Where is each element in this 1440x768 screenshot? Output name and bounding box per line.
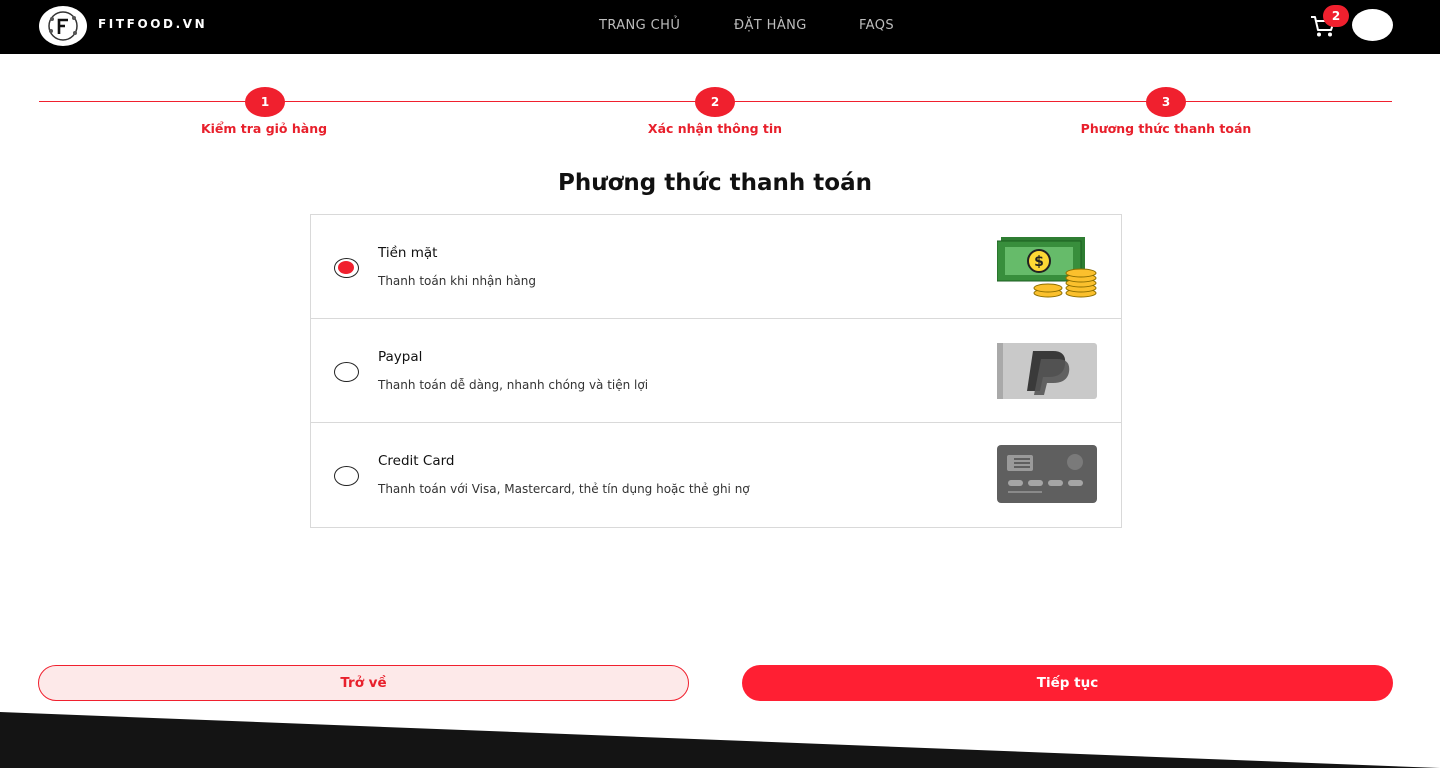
- step-3-label: Phương thức thanh toán: [1080, 121, 1252, 136]
- nav-order[interactable]: ĐẶT HÀNG: [734, 18, 807, 33]
- payment-option-credit-card[interactable]: Credit Card Thanh toán với Visa, Masterc…: [311, 423, 1121, 527]
- nav-faqs[interactable]: FAQS: [859, 18, 894, 33]
- cash-money-icon: $: [996, 235, 1099, 303]
- payment-methods-list: Tiền mặt Thanh toán khi nhận hàng $ Payp…: [310, 214, 1122, 528]
- step-3-circle: 3: [1146, 87, 1186, 117]
- payment-option-paypal[interactable]: Paypal Thanh toán dễ dàng, nhanh chóng v…: [311, 319, 1121, 423]
- cash-radio[interactable]: [334, 258, 359, 278]
- credit-card-radio[interactable]: [334, 466, 359, 486]
- nav-home[interactable]: TRANG CHỦ: [599, 18, 680, 33]
- step-2-circle: 2: [695, 87, 735, 117]
- user-avatar[interactable]: [1352, 9, 1393, 41]
- payment-option-name: Paypal: [378, 349, 423, 365]
- footer-decoration: [0, 712, 1440, 768]
- cart-count-badge: 2: [1323, 5, 1349, 27]
- payment-option-cash[interactable]: Tiền mặt Thanh toán khi nhận hàng $: [311, 215, 1121, 319]
- payment-option-name: Credit Card: [378, 453, 455, 469]
- brand-logo[interactable]: [39, 6, 87, 46]
- step-2-label: Xác nhận thông tin: [647, 121, 783, 136]
- brand-name[interactable]: FITFOOD.VN: [98, 17, 207, 31]
- continue-button[interactable]: Tiếp tục: [742, 665, 1393, 701]
- payment-option-description: Thanh toán khi nhận hàng: [378, 274, 537, 288]
- credit-card-icon: [997, 445, 1097, 507]
- step-1-label: Kiểm tra giỏ hàng: [200, 121, 328, 136]
- payment-option-name: Tiền mặt: [378, 245, 438, 261]
- page-title: Phương thức thanh toán: [558, 170, 872, 196]
- logo-emblem-icon: [39, 6, 87, 46]
- back-button[interactable]: Trở về: [38, 665, 689, 701]
- svg-text:$: $: [1034, 254, 1044, 270]
- payment-option-description: Thanh toán với Visa, Mastercard, thẻ tín…: [378, 482, 750, 496]
- paypal-icon: [997, 343, 1097, 403]
- step-1-circle: 1: [245, 87, 285, 117]
- payment-option-description: Thanh toán dễ dàng, nhanh chóng và tiện …: [378, 378, 649, 392]
- top-navbar: FITFOOD.VN TRANG CHỦ ĐẶT HÀNG FAQS 2: [0, 0, 1440, 54]
- paypal-radio[interactable]: [334, 362, 359, 382]
